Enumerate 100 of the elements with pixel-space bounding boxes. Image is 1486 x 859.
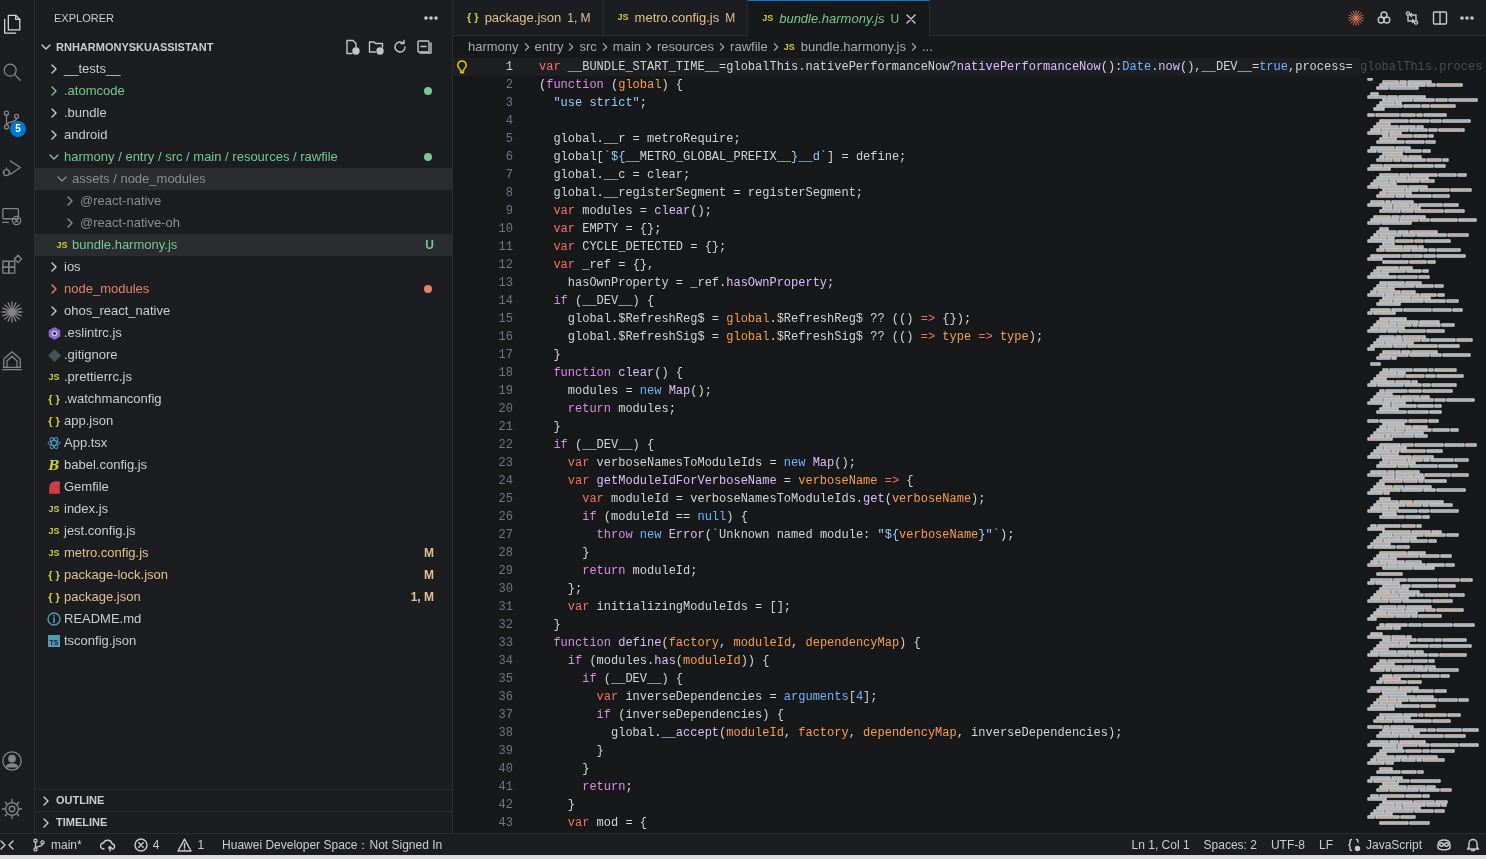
code-line: global.$RefreshSig$ = global.$RefreshSig$ ?? (() => type => type); [566, 329, 1044, 346]
account-icon[interactable] [1, 750, 23, 772]
info-icon [47, 612, 61, 626]
folder-item[interactable]: android [35, 124, 452, 146]
file-item[interactable]: JS .prettierrc.js [35, 366, 452, 388]
file-item[interactable]: B babel.config.js [35, 454, 452, 476]
git-status: U [425, 237, 434, 254]
file-item[interactable]: .gitignore [35, 344, 452, 366]
code-line: } [552, 419, 561, 436]
json-file-icon: { } [48, 393, 60, 405]
file-item[interactable]: JS jest.config.js [35, 520, 452, 542]
line-number: 25 [497, 491, 513, 508]
status-item[interactable]: Spaces: 2 [1203, 835, 1257, 854]
line-number: 2 [504, 77, 513, 94]
file-item[interactable]: README.md [35, 608, 452, 630]
line-number: 22 [497, 437, 513, 454]
file-item[interactable]: { } package.json 1, M [35, 586, 452, 608]
editor-tab[interactable]: { } package.json 1, M [453, 0, 604, 35]
warnings-status[interactable]: 1 [177, 835, 205, 854]
branch-status[interactable]: main* [32, 835, 82, 854]
file-item[interactable]: { } package-lock.json M [35, 564, 452, 586]
file-item[interactable]: JS index.js [35, 498, 452, 520]
line-number: 33 [497, 635, 513, 652]
line-number: 8 [504, 185, 513, 202]
close-icon[interactable] [905, 12, 918, 25]
folder-item[interactable]: @react-native-oh [35, 212, 452, 234]
folder-item[interactable]: node_modules [35, 278, 452, 300]
starburst-icon[interactable] [1, 301, 23, 323]
code-line: global.__registerSegment = registerSegment; [552, 185, 864, 202]
breadcrumb-item[interactable]: rawfile [730, 37, 768, 57]
js-file-icon: JS [783, 42, 795, 52]
folder-item[interactable]: ios [35, 256, 452, 278]
git-status: M [424, 567, 434, 584]
code-line: var modules = clear(); [552, 203, 712, 220]
more-icon[interactable] [1460, 15, 1474, 20]
starburst-icon[interactable] [1348, 9, 1364, 26]
editor-tab[interactable]: JS bundle.harmony.js U [748, 0, 931, 36]
lightbulb-icon[interactable] [456, 60, 468, 74]
more-icon[interactable] [424, 16, 438, 20]
folder-item[interactable]: ohos_react_native [35, 300, 452, 322]
code-line: if (__DEV__) { [581, 671, 684, 688]
refresh-icon[interactable] [392, 39, 408, 55]
language-status[interactable]: JavaScript [1346, 835, 1422, 854]
code-line: } [581, 761, 590, 778]
line-number: 5 [504, 131, 513, 148]
remote-monitor-icon[interactable] [1, 205, 23, 227]
line-number: 18 [497, 365, 513, 382]
code-line: throw new Error(`Unknown named module: "${verboseName}"`); [595, 527, 1015, 544]
layered-arch-icon[interactable] [1, 349, 23, 371]
collapse-icon[interactable] [416, 39, 432, 55]
line-number: 26 [497, 509, 513, 526]
line-number: 40 [497, 761, 513, 778]
project-header[interactable]: RNHARMONYSKUASSISTANT [35, 36, 452, 58]
status-item[interactable]: UTF-8 [1270, 835, 1305, 854]
status-item[interactable]: Ln 1, Col 1 [1131, 835, 1190, 854]
breadcrumb-item[interactable]: JS bundle.harmony.js [783, 37, 906, 57]
breadcrumb-item[interactable]: harmony [468, 37, 519, 57]
code-line: var CYCLE_DETECTED = {}; [552, 239, 727, 256]
file-item[interactable]: JS metro.config.js M [35, 542, 452, 564]
line-number: 42 [497, 797, 513, 814]
section-header[interactable]: OUTLINE [35, 789, 452, 811]
warning-icon [177, 837, 193, 852]
folder-item[interactable]: @react-native [35, 190, 452, 212]
file-item[interactable]: .eslintrc.js [35, 322, 452, 344]
code-line: if (moduleId == null) { [581, 509, 748, 526]
breadcrumb-item[interactable]: resources [657, 37, 715, 57]
new-folder-icon[interactable] [368, 39, 384, 55]
errors-status[interactable]: 4 [133, 835, 160, 854]
file-item[interactable]: Gemfile [35, 476, 452, 498]
compare-icon[interactable] [1404, 9, 1420, 26]
folder-item[interactable]: harmony / entry / src / main / resources / rawfile [35, 146, 452, 168]
extensions-icon[interactable] [1, 253, 23, 275]
bell-icon[interactable] [1466, 837, 1480, 852]
code-line: var _ref = {}, [552, 257, 655, 274]
folder-item[interactable]: __tests__ [35, 58, 452, 80]
search-icon[interactable] [1, 61, 23, 83]
file-item[interactable]: { } app.json [35, 410, 452, 432]
folder-item[interactable]: .atomcode [35, 80, 452, 102]
status-item[interactable]: LF [1318, 835, 1333, 854]
split-editor-icon[interactable] [1432, 9, 1448, 26]
file-item[interactable]: JS bundle.harmony.js U [35, 234, 452, 256]
line-number: 16 [497, 329, 513, 346]
knot-icon[interactable] [1376, 9, 1392, 26]
file-item[interactable]: { } .watchmanconfig [35, 388, 452, 410]
breadcrumb-item[interactable]: src [579, 37, 597, 57]
cloud-upload-icon[interactable] [99, 837, 116, 852]
folder-item[interactable]: assets / node_modules [35, 168, 452, 190]
breadcrumb-item[interactable]: ... [921, 37, 933, 57]
file-item[interactable]: App.tsx [35, 432, 452, 454]
breadcrumb-item[interactable]: entry [534, 37, 564, 57]
files-icon[interactable] [1, 13, 23, 35]
settings-icon[interactable] [1, 798, 23, 820]
play-bug-icon[interactable] [1, 157, 23, 179]
new-file-icon[interactable] [344, 39, 360, 55]
copilot-icon[interactable] [1436, 837, 1452, 852]
breadcrumb-item[interactable]: main [612, 37, 641, 57]
json-file-icon: { } [467, 12, 479, 23]
folder-item[interactable]: .bundle [35, 102, 452, 124]
line-number: 10 [497, 221, 513, 238]
status-item[interactable]: Huawei Developer Space：Not Signed In [222, 835, 443, 854]
